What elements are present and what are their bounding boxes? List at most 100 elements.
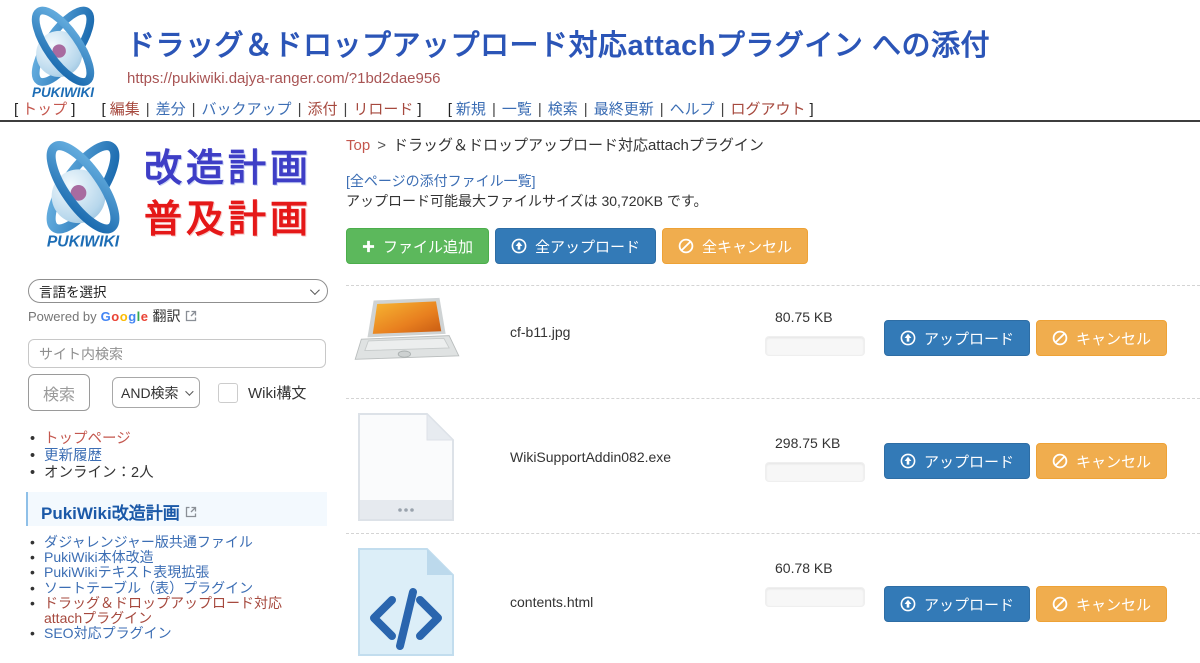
sidebar-logo-text: 改造計画 普及計画 <box>144 138 312 239</box>
nav-link-reload[interactable]: リロード <box>353 101 413 118</box>
list-item: ドラッグ＆ドロップアップロード対応attachプラグイン <box>28 596 320 626</box>
sidebar-link-seo[interactable]: SEO対応プラグイン <box>44 625 172 641</box>
sidebar-link-common-files[interactable]: ダジャレンジャー版共通ファイル <box>44 534 253 550</box>
google-letter: g <box>128 309 136 324</box>
separator: | <box>538 101 542 118</box>
upload-button[interactable]: アップロード <box>884 586 1030 622</box>
list-item: PukiWikiテキスト表現拡張 <box>28 565 320 580</box>
html-file-icon <box>356 546 456 663</box>
page-url: https://pukiwiki.dajya-ranger.com/?1bd2d… <box>127 70 441 87</box>
upload-label: アップロード <box>924 451 1014 472</box>
add-file-button[interactable]: ファイル追加 <box>346 228 489 264</box>
breadcrumb-home-link[interactable]: Top <box>346 137 370 154</box>
logo-slogan-fukyu: 普及計画 <box>144 201 312 239</box>
cancel-all-button[interactable]: 全キャンセル <box>662 228 808 264</box>
list-item: オンライン：2人 <box>28 465 154 481</box>
nav-link-list[interactable]: 一覧 <box>502 101 532 118</box>
cancel-button[interactable]: キャンセル <box>1036 320 1167 356</box>
upload-circle-icon <box>900 596 916 612</box>
upload-progress-bar <box>765 462 865 482</box>
sidebar-link-core-mod[interactable]: PukiWiki本体改造 <box>44 549 154 565</box>
language-select[interactable]: 言語を選択 <box>28 279 328 303</box>
nav-link-help[interactable]: ヘルプ <box>670 101 715 118</box>
separator: | <box>721 101 725 118</box>
chevron-down-icon <box>310 285 320 295</box>
nav-group-site: [新規|一覧|検索|最終更新|ヘルプ|ログアウト] <box>444 101 818 118</box>
ban-icon <box>1052 596 1068 612</box>
nav-link-diff[interactable]: 差分 <box>156 101 186 118</box>
bracket: [ <box>448 101 452 118</box>
external-link-icon <box>185 310 197 322</box>
site-search-input[interactable] <box>28 339 326 368</box>
upload-button[interactable]: アップロード <box>884 320 1030 356</box>
nav-link-logout[interactable]: ログアウト <box>731 101 806 118</box>
nav-link-recent[interactable]: 最終更新 <box>594 101 654 118</box>
nav-group-top: [トップ] <box>10 101 79 118</box>
cancel-button[interactable]: キャンセル <box>1036 586 1167 622</box>
list-item: PukiWiki本体改造 <box>28 550 320 565</box>
nav-link-new[interactable]: 新規 <box>456 101 486 118</box>
file-size: 80.75 KB <box>775 309 833 325</box>
google-letter: e <box>141 309 149 324</box>
file-name: cf-b11.jpg <box>510 324 570 340</box>
max-upload-size-note: アップロード可能最大ファイルサイズは 30,720KB です。 <box>346 191 707 211</box>
sidebar-link-toppage[interactable]: トップページ <box>44 431 131 447</box>
nav-link-backup[interactable]: バックアップ <box>202 101 292 118</box>
sidebar-logo[interactable]: PUKIWIKI 改造計画 普及計画 <box>24 138 312 250</box>
google-letter: o <box>111 309 119 324</box>
external-link-icon <box>185 506 197 518</box>
upload-progress-bar <box>765 336 865 356</box>
wiki-syntax-checkbox[interactable] <box>218 383 238 403</box>
file-row-actions: アップロード キャンセル <box>884 443 1167 479</box>
sidebar-section-title-link[interactable]: PukiWiki改造計画 <box>41 499 180 524</box>
pukiwiki-logo[interactable]: PUKIWIKI <box>12 4 114 105</box>
search-mode-select[interactable]: AND検索 <box>112 377 200 408</box>
sidebar-link-recent-changes[interactable]: 更新履歴 <box>44 448 102 464</box>
upload-circle-icon <box>900 453 916 469</box>
upload-progress-bar <box>765 587 865 607</box>
sidebar-link-dragdrop-attach[interactable]: ドラッグ＆ドロップアップロード対応attachプラグイン <box>44 595 282 626</box>
separator: | <box>298 101 302 118</box>
upload-all-button[interactable]: 全アップロード <box>495 228 656 264</box>
separator: | <box>146 101 150 118</box>
breadcrumb: Top>ドラッグ＆ドロップアップロード対応attachプラグイン <box>346 134 764 155</box>
upload-file-list: cf-b11.jpg 80.75 KB アップロード キャンセル WikiSup… <box>346 285 1200 630</box>
ban-icon <box>1052 453 1068 469</box>
add-file-label: ファイル追加 <box>383 236 473 257</box>
pukiwiki-brand-text: PUKIWIKI <box>47 234 120 250</box>
bracket: ] <box>71 101 75 118</box>
cancel-button[interactable]: キャンセル <box>1036 443 1167 479</box>
nav-link-top[interactable]: トップ <box>22 101 67 118</box>
generic-file-icon <box>356 411 456 528</box>
bracket: ] <box>417 101 421 118</box>
nav-link-attach[interactable]: 添付 <box>307 101 337 118</box>
search-button[interactable]: 検索 <box>28 374 90 411</box>
upload-label: アップロード <box>924 328 1014 349</box>
pukiwiki-atom-icon: PUKIWIKI <box>24 138 142 250</box>
page-title: ドラッグ＆ドロップアップロード対応attachプラグイン への添付 <box>126 22 990 64</box>
sidebar-link-sorttable[interactable]: ソートテーブル（表）プラグイン <box>44 580 253 596</box>
upload-button[interactable]: アップロード <box>884 443 1030 479</box>
pukiwiki-atom-icon: PUKIWIKI <box>12 4 114 100</box>
file-row-actions: アップロード キャンセル <box>884 586 1167 622</box>
bracket: [ <box>102 101 106 118</box>
all-attachments-link[interactable]: [全ページの添付ファイル一覧] <box>346 173 536 189</box>
nav-link-edit[interactable]: 編集 <box>110 101 140 118</box>
online-counter: オンライン：2人 <box>44 465 154 481</box>
sidebar-link-text-ext[interactable]: PukiWikiテキスト表現拡張 <box>44 564 209 580</box>
separator: | <box>192 101 196 118</box>
upload-circle-icon <box>900 330 916 346</box>
header-divider <box>0 120 1200 122</box>
translate-link[interactable]: 翻訳 <box>153 306 181 326</box>
upload-circle-icon <box>511 238 527 254</box>
separator: | <box>660 101 664 118</box>
logo-slogan-kaizo: 改造計画 <box>144 150 312 188</box>
nav-link-search[interactable]: 検索 <box>548 101 578 118</box>
wiki-syntax-label: Wiki構文 <box>248 382 306 403</box>
file-row: contents.html 60.78 KB アップロード キャンセル <box>346 533 1200 630</box>
cancel-label: キャンセル <box>1076 328 1151 349</box>
cancel-label: キャンセル <box>1076 594 1151 615</box>
file-row: cf-b11.jpg 80.75 KB アップロード キャンセル <box>346 285 1200 398</box>
all-attachments-link-wrap: [全ページの添付ファイル一覧] <box>346 171 536 191</box>
file-size: 60.78 KB <box>775 560 833 576</box>
